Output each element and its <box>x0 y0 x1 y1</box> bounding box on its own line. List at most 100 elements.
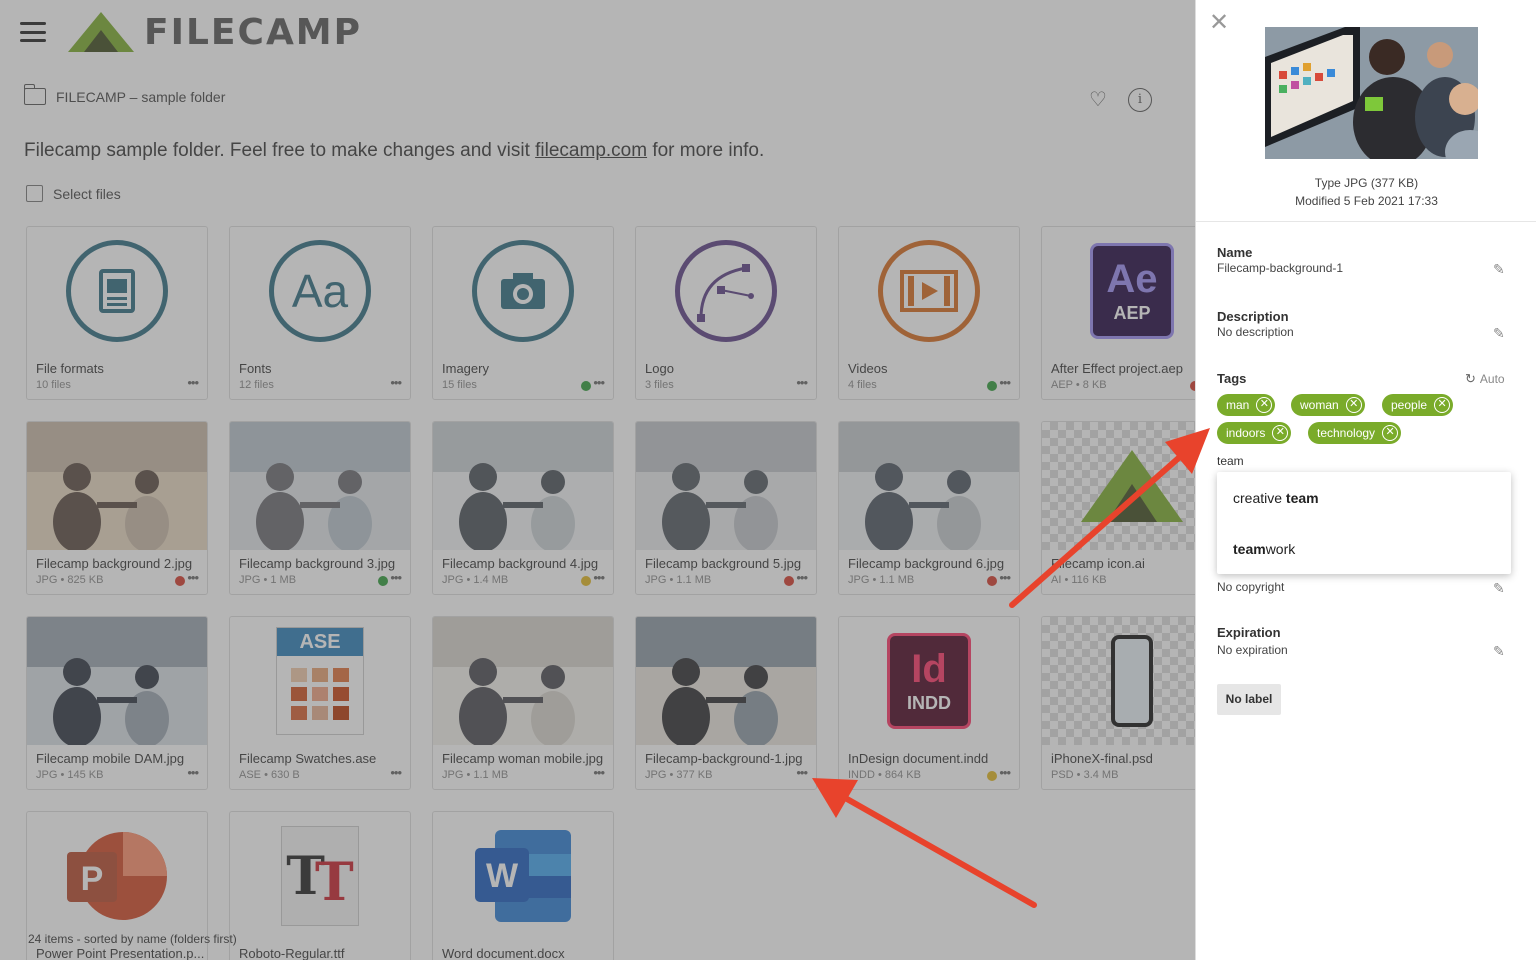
file-name: File formats <box>36 361 104 376</box>
file-card[interactable]: Id INDD InDesign document.indd INDD • 864 K… <box>838 616 1020 790</box>
remove-tag-icon[interactable]: ✕ <box>1382 425 1399 441</box>
file-card[interactable]: Filecamp background 2.jpg JPG • 825 KB ••• <box>26 421 208 595</box>
folder-icon <box>23 84 46 105</box>
edit-name-pencil-icon[interactable]: ✎ <box>1493 261 1509 277</box>
word-icon: W <box>433 812 613 940</box>
edit-copyright-pencil-icon[interactable]: ✎ <box>1493 580 1509 596</box>
menu-icon[interactable] <box>20 22 46 42</box>
breadcrumb-folder[interactable]: FILECAMP – sample folder <box>56 89 225 105</box>
remove-tag-icon[interactable]: ✕ <box>1434 397 1451 413</box>
file-thumbnail <box>839 422 1019 550</box>
file-name: Filecamp background 2.jpg <box>36 556 193 571</box>
file-thumbnail <box>27 617 207 745</box>
select-checkbox[interactable] <box>26 185 43 202</box>
more-options-icon[interactable]: ••• <box>390 570 402 585</box>
app-logo[interactable]: FILECAMP <box>66 10 362 54</box>
svg-text:P: P <box>81 860 104 898</box>
remove-tag-icon[interactable]: ✕ <box>1345 397 1362 413</box>
svg-text:W: W <box>486 857 519 895</box>
status-dot <box>581 576 591 586</box>
more-options-icon[interactable]: ••• <box>999 375 1011 390</box>
heart-icon[interactable]: ♡ <box>1086 88 1110 112</box>
file-thumbnail <box>27 422 207 550</box>
details-panel: ✕ Type JPG (377 KB) Modified 5 Feb 2021 … <box>1195 0 1536 960</box>
file-card[interactable]: iPhoneX-final.psdPSD • 3.4 MB••• <box>1041 616 1195 790</box>
more-options-icon[interactable]: ••• <box>593 375 605 390</box>
tag-input[interactable] <box>1217 452 1497 470</box>
file-card[interactable]: File formats 10 files ••• <box>26 226 208 400</box>
file-card[interactable]: Filecamp background 6.jpg JPG • 1.1 MB ••• <box>838 421 1020 595</box>
status-dot <box>175 576 185 586</box>
remove-tag-icon[interactable]: ✕ <box>1272 425 1289 441</box>
file-meta: INDD • 864 KB <box>848 769 921 781</box>
more-options-icon[interactable]: ••• <box>593 765 605 780</box>
app-name: FILECAMP <box>144 11 363 53</box>
truetype-icon: TT <box>230 812 410 940</box>
auto-tag-button[interactable]: ↻ Auto <box>1465 371 1505 387</box>
file-card[interactable]: ASE Filecamp Swatches.ase ASE • 630 B ••• <box>229 616 411 790</box>
more-options-icon[interactable]: ••• <box>796 765 808 780</box>
file-meta: JPG • 1.1 MB <box>848 574 915 586</box>
select-files[interactable]: Select files <box>26 185 121 202</box>
file-thumbnail <box>636 422 816 550</box>
file-card[interactable]: Aa Fonts 12 files ••• <box>229 226 411 400</box>
tag-chip: woman ✕ <box>1291 394 1365 416</box>
select-label: Select files <box>53 185 121 202</box>
close-icon[interactable]: ✕ <box>1208 11 1230 35</box>
more-options-icon[interactable]: ••• <box>999 570 1011 585</box>
file-name: Filecamp Swatches.ase <box>239 751 377 766</box>
tag-chip: indoors ✕ <box>1217 422 1292 444</box>
preview-image <box>1265 27 1478 159</box>
more-options-icon[interactable]: ••• <box>796 570 808 585</box>
file-card[interactable]: Filecamp background 3.jpg JPG • 1 MB ••• <box>229 421 411 595</box>
tag-chip: man ✕ <box>1217 394 1276 416</box>
file-card[interactable]: Logo 3 files ••• <box>635 226 817 400</box>
phone-icon <box>1042 617 1195 745</box>
file-card[interactable]: Filecamp woman mobile.jpg JPG • 1.1 MB ••• <box>432 616 614 790</box>
label-button[interactable]: No label <box>1217 684 1281 715</box>
more-options-icon[interactable]: ••• <box>390 375 402 390</box>
file-card[interactable]: T T Roboto-Regular.ttf <box>229 811 411 960</box>
file-thumbnail <box>433 617 613 745</box>
more-options-icon[interactable]: ••• <box>187 375 199 390</box>
suggestion-teamwork[interactable]: teamwork <box>1233 541 1295 557</box>
swatches-icon: ASE <box>230 617 410 745</box>
file-card[interactable]: Videos 4 files ••• <box>838 226 1020 400</box>
file-card[interactable]: Imagery 15 files ••• <box>432 226 614 400</box>
more-options-icon[interactable]: ••• <box>999 765 1011 780</box>
file-card[interactable]: Filecamp mobile DAM.jpg JPG • 145 KB ••• <box>26 616 208 790</box>
file-card[interactable]: Filecamp icon.aiAI • 116 KB••• <box>1041 421 1195 595</box>
name-value: Filecamp-background-1 <box>1217 261 1344 275</box>
file-card[interactable]: Filecamp background 5.jpg JPG • 1.1 MB ••• <box>635 421 817 595</box>
remove-tag-icon[interactable]: ✕ <box>1256 397 1273 413</box>
file-modified: Modified 5 Feb 2021 17:33 <box>1295 194 1438 208</box>
more-options-icon[interactable]: ••• <box>796 375 808 390</box>
filecamp-link[interactable]: filecamp.com <box>535 140 647 161</box>
file-name: InDesign document.indd <box>848 751 989 766</box>
more-options-icon[interactable]: ••• <box>187 765 199 780</box>
file-type: Type JPG (377 KB) <box>1314 176 1419 190</box>
info-icon[interactable]: i <box>1128 88 1152 112</box>
file-name: After Effect project.aep <box>1051 361 1183 376</box>
file-name: Roboto-Regular.ttf <box>239 946 345 960</box>
file-card[interactable]: W Word document.docx <box>432 811 614 960</box>
tag-chip: people ✕ <box>1382 394 1454 416</box>
file-card[interactable]: AeAEPAfter Effect project.aepAEP • 8 KB•… <box>1041 226 1195 400</box>
breadcrumb[interactable]: FILECAMP – sample folder <box>23 84 225 105</box>
more-options-icon[interactable]: ••• <box>593 570 605 585</box>
file-card[interactable]: Filecamp-background-1.jpg JPG • 377 KB ••• <box>635 616 817 790</box>
vector-pen-icon <box>636 227 816 355</box>
file-name: Filecamp background 4.jpg <box>442 556 599 571</box>
status-dot <box>378 576 388 586</box>
file-card[interactable]: Filecamp background 4.jpg JPG • 1.4 MB ••• <box>432 421 614 595</box>
more-options-icon[interactable]: ••• <box>187 570 199 585</box>
file-meta: 15 files <box>442 379 477 391</box>
edit-expiration-pencil-icon[interactable]: ✎ <box>1493 643 1509 659</box>
expiration-label: Expiration <box>1217 625 1281 640</box>
document-icon <box>27 227 207 355</box>
file-name: iPhoneX-final.psd <box>1051 751 1153 766</box>
file-meta: JPG • 377 KB <box>645 769 713 781</box>
edit-description-pencil-icon[interactable]: ✎ <box>1493 325 1509 341</box>
suggestion-creative-team[interactable]: creative team <box>1233 490 1319 506</box>
more-options-icon[interactable]: ••• <box>390 765 402 780</box>
